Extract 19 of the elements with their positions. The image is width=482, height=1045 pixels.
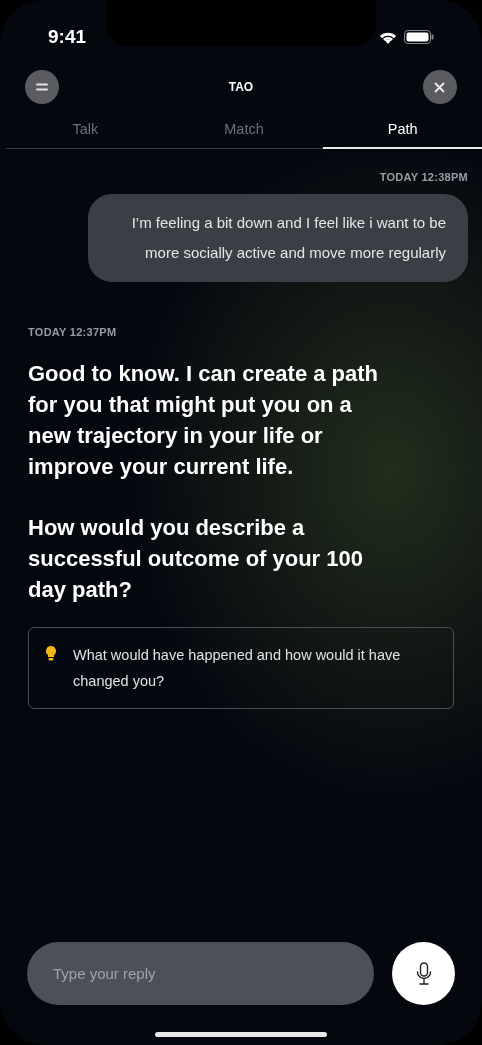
tab[interactable]: Talk bbox=[6, 113, 165, 149]
lightbulb-icon bbox=[45, 645, 57, 663]
hint-text: What would have happened and how would it have changed you? bbox=[73, 646, 402, 691]
microphone-icon bbox=[415, 961, 432, 986]
assistant-message: How would you describe a successful outcome of your 100 day path? bbox=[28, 514, 364, 604]
tab[interactable]: Path bbox=[323, 113, 482, 149]
menu-button[interactable] bbox=[25, 70, 59, 104]
assistant-message: Good to know. I can create a path for you that might put you on a new trajectory in your life or improve your current life. bbox=[28, 360, 380, 481]
message-timestamp: TODAY 12:38PM bbox=[379, 170, 468, 185]
header-title: TAO bbox=[228, 79, 254, 96]
battery-icon bbox=[404, 30, 434, 44]
message-timestamp: TODAY 12:37PM bbox=[28, 324, 118, 340]
reply-field[interactable]: Type your reply bbox=[27, 942, 374, 1005]
user-message-bubble: I’m feeling a bit down and I feel like i want to be more socially active and move more regularly bbox=[88, 193, 468, 282]
close-icon bbox=[434, 81, 446, 93]
close-button[interactable] bbox=[423, 70, 457, 104]
tab[interactable]: Match bbox=[164, 113, 324, 149]
menu-icon bbox=[36, 83, 48, 91]
status-time: 9:41 bbox=[48, 24, 87, 49]
